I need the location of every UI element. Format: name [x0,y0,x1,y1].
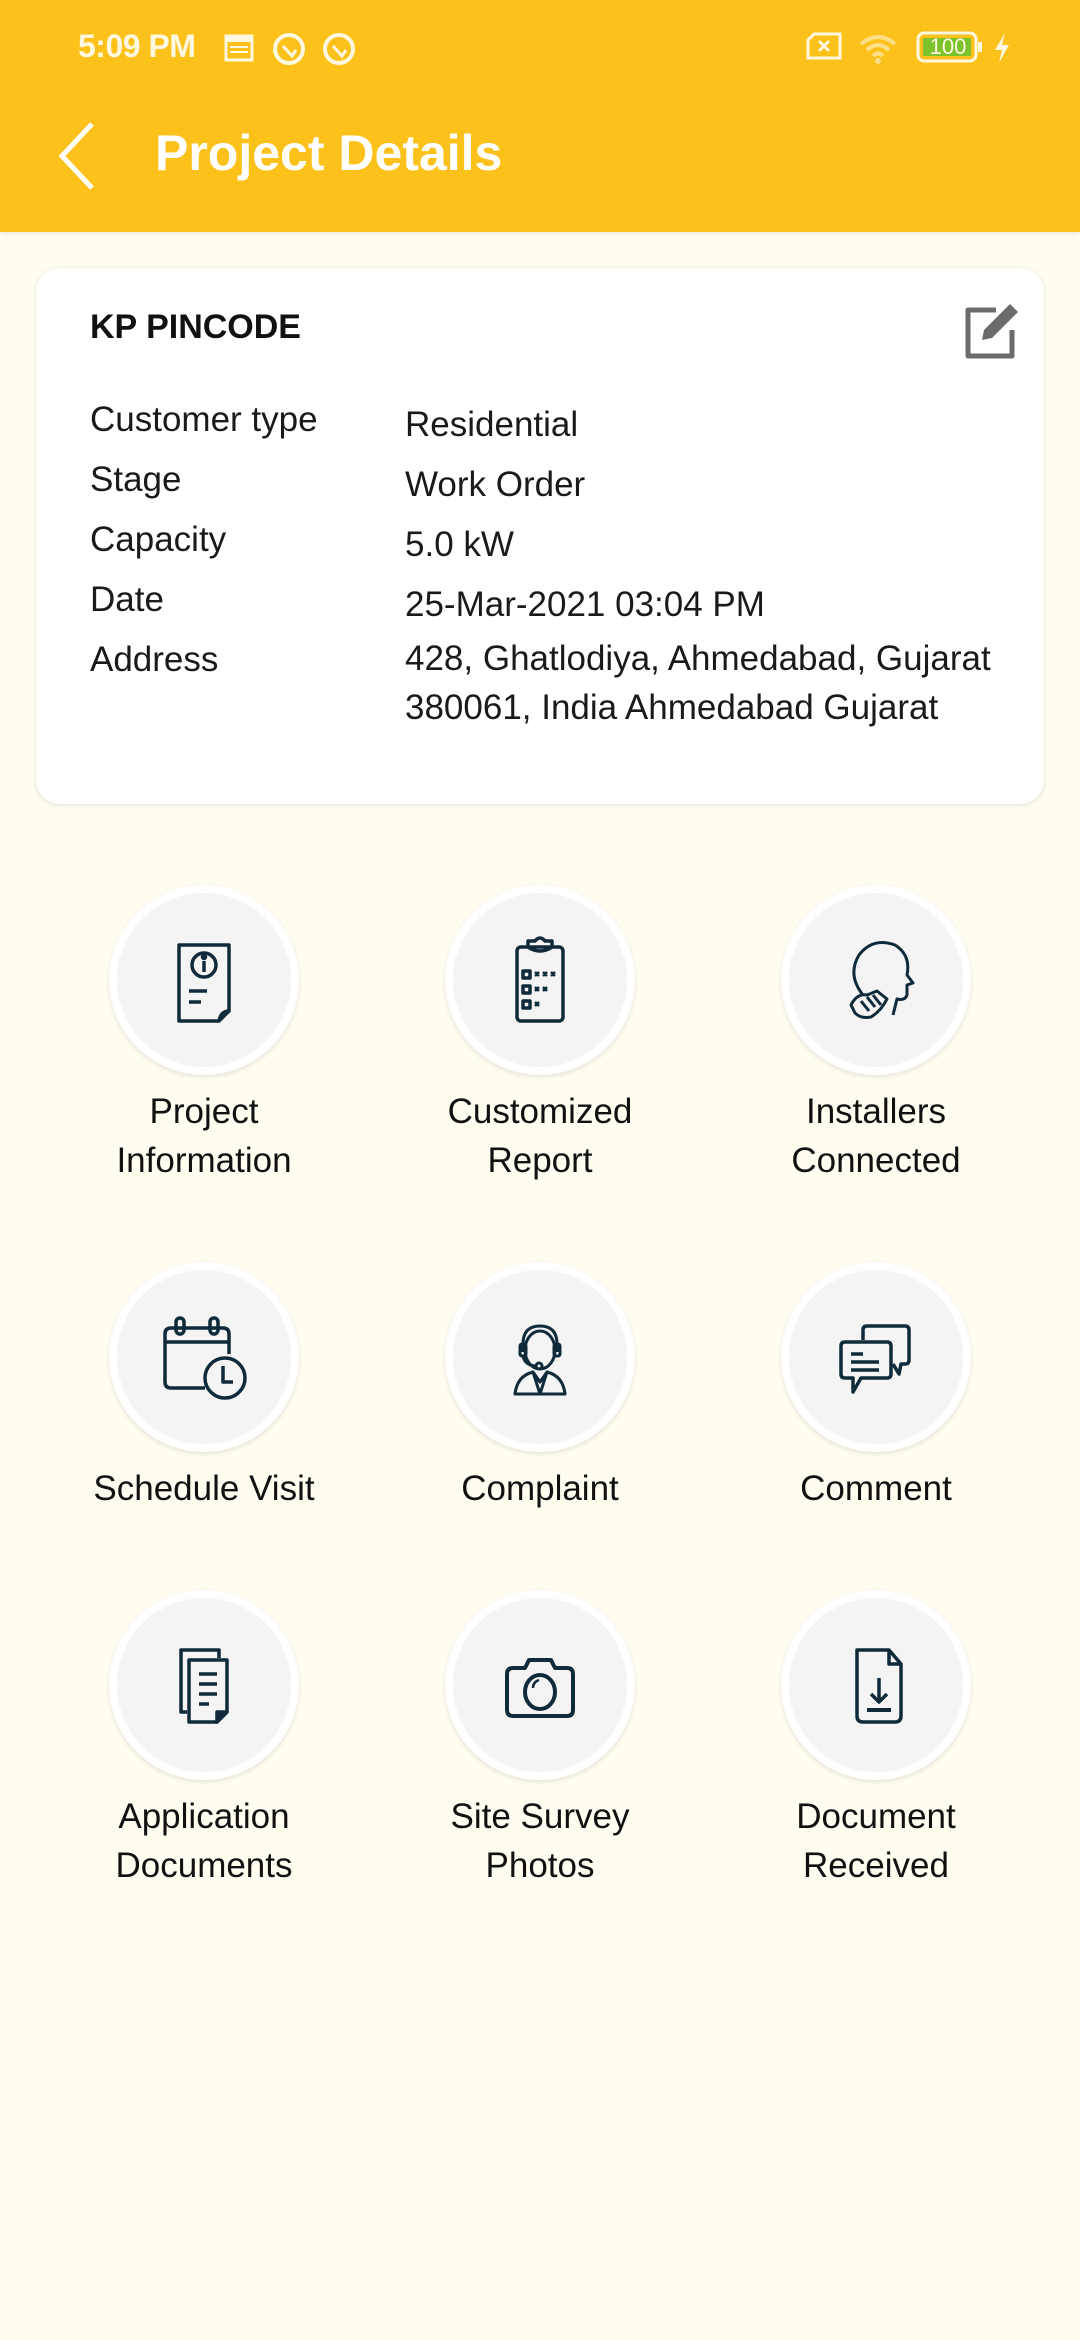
back-button[interactable] [52,118,108,194]
document-download-icon [855,1648,903,1724]
action-circle[interactable] [781,1590,971,1780]
page-title: Project Details [155,125,503,181]
field-value: 428, Ghatlodiya, Ahmedabad, Gujarat 3800… [405,639,991,727]
action-application-documents[interactable]: Application Documents [54,1590,354,1890]
field-value: Residential [405,405,579,444]
action-circle[interactable] [445,1262,635,1452]
calendar-clock-icon [163,1316,247,1400]
calendar-icon [224,32,256,67]
action-project-information[interactable]: Project Information [54,885,354,1185]
battery-level: 100 [929,34,967,59]
app-notification-icon [272,32,306,71]
action-site-survey-photos[interactable]: Site Survey Photos [390,1590,690,1890]
action-customized-report[interactable]: Customized Report [390,885,690,1185]
edit-button[interactable] [960,298,1024,362]
handshake-head-icon [849,941,915,1019]
action-label: Installers Connected [791,1092,961,1180]
status-time: 5:09 PM [78,28,196,64]
action-circle[interactable] [781,885,971,1075]
field-value: 5.0 kW [405,525,514,564]
action-label: Project Information [116,1092,292,1180]
action-label: Complaint [461,1469,619,1508]
clipboard-checklist-icon [515,936,565,1023]
action-circle[interactable] [445,1590,635,1780]
no-sim-icon [806,32,842,65]
edit-icon [965,304,1018,359]
action-label: Document Received [796,1797,956,1885]
app-bar: 5:09 PM 100 Project Details [0,0,1080,232]
action-circle[interactable] [109,1262,299,1452]
action-circle[interactable] [109,885,299,1075]
support-agent-icon [513,1324,567,1396]
documents-icon [179,1648,229,1724]
action-label: Application Documents [115,1797,293,1885]
status-bar: 5:09 PM 100 [0,26,1080,72]
action-circle[interactable] [445,885,635,1075]
action-circle[interactable] [781,1262,971,1452]
camera-icon [505,1658,575,1718]
charging-icon [992,32,1012,69]
battery-icon: 100 [916,30,986,69]
action-label: Customized Report [447,1092,633,1180]
chat-bubbles-icon [839,1324,911,1394]
action-label: Schedule Visit [93,1469,315,1508]
action-label: Comment [800,1469,952,1508]
field-label: Date [90,580,164,619]
field-label: Stage [90,460,182,499]
action-document-received[interactable]: Document Received [726,1590,1026,1890]
chevron-left-icon [58,122,94,190]
action-schedule-visit[interactable]: Schedule Visit [54,1262,354,1513]
field-value: 25-Mar-2021 03:04 PM [405,585,765,624]
document-info-icon [177,943,231,1023]
action-label: Site Survey Photos [450,1797,630,1885]
field-label: Customer type [90,400,318,439]
action-comment[interactable]: Comment [726,1262,1026,1513]
field-value: Work Order [405,465,586,504]
field-label: Address [90,640,219,679]
project-name: KP PINCODE [90,308,301,346]
wifi-icon [858,32,900,71]
field-label: Capacity [90,520,227,559]
app-notification-icon [322,32,356,71]
action-installers-connected[interactable]: Installers Connected [726,885,1026,1185]
action-complaint[interactable]: Complaint [390,1262,690,1513]
project-card: KP PINCODE Customer type Residential Sta… [36,268,1044,804]
action-circle[interactable] [109,1590,299,1780]
